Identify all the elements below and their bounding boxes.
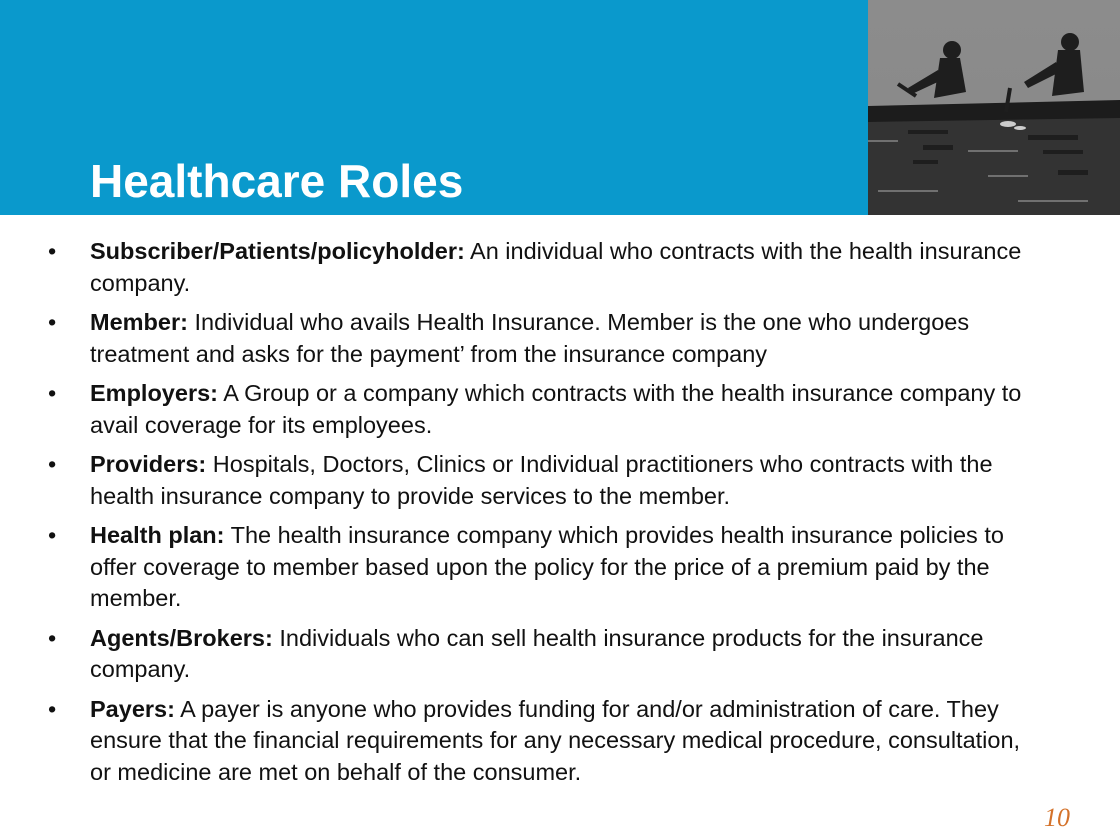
bullet-term: Agents/Brokers:: [90, 624, 273, 651]
bullet-text: Individual who avails Health Insurance. …: [90, 309, 970, 367]
bullet-dot: •: [48, 309, 57, 335]
slide-title: Healthcare Roles: [90, 155, 464, 207]
bullet-dot: •: [48, 451, 57, 477]
list-item: • Employers: A Group or a company which …: [48, 378, 1028, 441]
list-item: • Subscriber/Patients/policyholder: An i…: [48, 236, 1028, 299]
bullet-dot: •: [48, 238, 57, 264]
bullet-dot: •: [48, 522, 57, 548]
bullet-list: • Subscriber/Patients/policyholder: An i…: [48, 236, 1028, 796]
rowers-photo: [868, 0, 1120, 215]
bullet-text: A payer is anyone who provides funding f…: [90, 695, 1021, 785]
list-item: • Agents/Brokers: Individuals who can se…: [48, 623, 1028, 686]
bullet-term: Payers:: [90, 695, 175, 722]
list-item: • Providers: Hospitals, Doctors, Clinics…: [48, 449, 1028, 512]
list-item: • Member: Individual who avails Health I…: [48, 307, 1028, 370]
bullet-dot: •: [48, 380, 57, 406]
list-item: • Payers: A payer is anyone who provides…: [48, 694, 1028, 789]
bullet-term: Providers:: [90, 451, 207, 477]
bullet-text: Hospitals, Doctors, Clinics or Individua…: [90, 451, 993, 509]
page-number: 10: [1044, 803, 1070, 832]
bullet-dot: •: [48, 695, 57, 722]
bullet-text: A Group or a company which contracts wit…: [90, 380, 1022, 438]
bullet-term: Health plan:: [90, 522, 225, 548]
bullet-term: Member:: [90, 309, 188, 335]
bullet-text: The health insurance company which provi…: [90, 522, 1004, 611]
bullet-dot: •: [48, 624, 57, 651]
bullet-term: Subscriber/Patients/policyholder:: [90, 238, 465, 264]
bullet-term: Employers:: [90, 380, 218, 406]
list-item: • Health plan: The health insurance comp…: [48, 520, 1028, 615]
